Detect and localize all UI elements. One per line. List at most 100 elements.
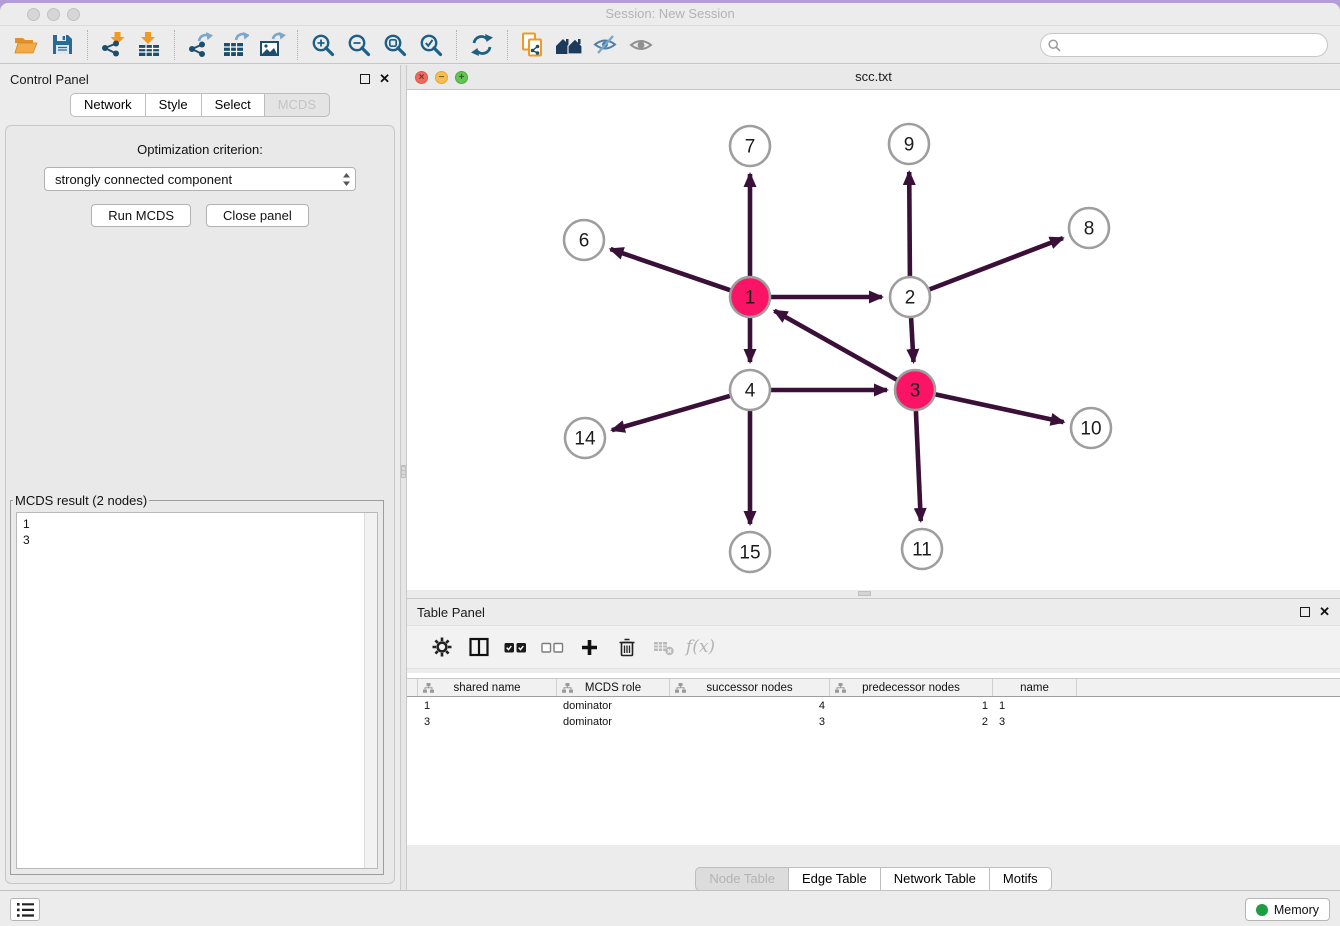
graph-node-9[interactable]: 9 bbox=[889, 124, 929, 164]
export-network-button[interactable] bbox=[182, 29, 218, 61]
apply-layout-button[interactable] bbox=[464, 29, 500, 61]
search-input[interactable] bbox=[1066, 38, 1320, 52]
save-session-button[interactable] bbox=[44, 29, 80, 61]
table-cell[interactable]: 4 bbox=[670, 698, 830, 714]
export-image-button[interactable] bbox=[254, 29, 290, 61]
column-header-successor-nodes[interactable]: successor nodes bbox=[670, 679, 830, 696]
function-builder-button[interactable]: f(x) bbox=[682, 631, 719, 663]
table-row[interactable]: 3dominator323 bbox=[407, 714, 1340, 730]
tab-edge-table[interactable]: Edge Table bbox=[789, 867, 881, 891]
graph-node-8[interactable]: 8 bbox=[1069, 208, 1109, 248]
tab-network[interactable]: Network bbox=[70, 93, 146, 117]
tab-motifs[interactable]: Motifs bbox=[990, 867, 1052, 891]
column-header-predecessor-nodes[interactable]: predecessor nodes bbox=[830, 679, 993, 696]
graph-node-14[interactable]: 14 bbox=[565, 418, 605, 458]
tab-style[interactable]: Style bbox=[146, 93, 202, 117]
close-table-panel-icon[interactable]: ✕ bbox=[1319, 607, 1330, 617]
graph-node-15[interactable]: 15 bbox=[730, 532, 770, 572]
export-table-button[interactable] bbox=[218, 29, 254, 61]
table-cell[interactable]: dominator bbox=[557, 698, 670, 714]
criterion-select[interactable]: strongly connected component bbox=[44, 167, 356, 191]
graph-node-11[interactable]: 11 bbox=[902, 529, 942, 569]
task-history-button[interactable] bbox=[10, 898, 40, 921]
unselect-all-columns-button[interactable] bbox=[534, 631, 571, 663]
zoom-selected-button[interactable] bbox=[413, 29, 449, 61]
import-network-button[interactable] bbox=[95, 29, 131, 61]
table-cell[interactable]: dominator bbox=[557, 714, 670, 730]
graph-edge-4-14[interactable] bbox=[612, 396, 730, 430]
close-view-icon[interactable]: × bbox=[415, 71, 428, 84]
show-columns-button[interactable] bbox=[460, 631, 497, 663]
table-cell[interactable]: 1 bbox=[830, 698, 993, 714]
table-cell[interactable]: 1 bbox=[418, 698, 557, 714]
control-panel: Control Panel ✕ NetworkStyleSelectMCDS O… bbox=[0, 65, 400, 890]
horizontal-splitter[interactable] bbox=[407, 590, 1340, 598]
float-table-panel-icon[interactable] bbox=[1300, 607, 1310, 617]
node-table[interactable]: shared nameMCDS rolesuccessor nodesprede… bbox=[407, 673, 1340, 845]
show-columns-icon bbox=[469, 637, 489, 657]
graph-node-1[interactable]: 1 bbox=[730, 277, 770, 317]
minimize-window-icon[interactable] bbox=[47, 8, 60, 21]
table-row[interactable]: 1dominator411 bbox=[407, 698, 1340, 714]
import-table-button[interactable] bbox=[131, 29, 167, 61]
network-titlebar: × − + scc.txt bbox=[407, 65, 1340, 90]
graph-node-6[interactable]: 6 bbox=[564, 220, 604, 260]
delete-table-button[interactable] bbox=[645, 631, 682, 663]
minimize-view-icon[interactable]: − bbox=[435, 71, 448, 84]
first-neighbors-button[interactable] bbox=[551, 29, 587, 61]
table-panel: Table Panel ✕ bbox=[407, 598, 1340, 890]
show-all-button[interactable] bbox=[623, 29, 659, 61]
graph-edge-2-3[interactable] bbox=[911, 318, 913, 362]
graph-edge-1-6[interactable] bbox=[611, 249, 731, 290]
memory-button[interactable]: Memory bbox=[1245, 898, 1330, 921]
column-header-mcds-role[interactable]: MCDS role bbox=[557, 679, 670, 696]
delete-columns-button[interactable] bbox=[608, 631, 645, 663]
graph-edge-3-11[interactable] bbox=[916, 411, 921, 521]
zoom-fit-button[interactable] bbox=[377, 29, 413, 61]
zoom-out-button[interactable] bbox=[341, 29, 377, 61]
tab-select[interactable]: Select bbox=[202, 93, 265, 117]
optimization-criterion-label: Optimization criterion: bbox=[6, 142, 394, 157]
open-session-button[interactable] bbox=[8, 29, 44, 61]
table-cell[interactable]: 2 bbox=[830, 714, 993, 730]
zoom-in-button[interactable] bbox=[305, 29, 341, 61]
table-options-button[interactable] bbox=[423, 631, 460, 663]
select-all-columns-button[interactable] bbox=[497, 631, 534, 663]
graph-node-10[interactable]: 10 bbox=[1071, 408, 1111, 448]
table-cell[interactable]: 3 bbox=[670, 714, 830, 730]
float-panel-icon[interactable] bbox=[360, 74, 370, 84]
table-cell[interactable]: 3 bbox=[418, 714, 557, 730]
clone-network-button[interactable] bbox=[515, 29, 551, 61]
tab-node-table[interactable]: Node Table bbox=[695, 867, 789, 891]
search-field[interactable] bbox=[1040, 33, 1328, 57]
graph-node-7[interactable]: 7 bbox=[730, 126, 770, 166]
close-panel-button[interactable]: Close panel bbox=[206, 204, 309, 227]
graph-node-3[interactable]: 3 bbox=[895, 370, 935, 410]
network-canvas[interactable]: 7 9 6 8 1 2 4 3 14 10 15 11 bbox=[407, 90, 1340, 590]
column-header-name[interactable]: name bbox=[993, 679, 1077, 696]
close-panel-icon[interactable]: ✕ bbox=[379, 74, 390, 84]
graph-edge-3-10[interactable] bbox=[936, 394, 1064, 422]
tab-network-table[interactable]: Network Table bbox=[881, 867, 990, 891]
maximize-view-icon[interactable]: + bbox=[455, 71, 468, 84]
mcds-result-box[interactable]: 1 3 bbox=[16, 512, 378, 869]
table-cell[interactable]: 3 bbox=[993, 714, 1077, 730]
tab-mcds[interactable]: MCDS bbox=[265, 93, 330, 117]
graph-node-2[interactable]: 2 bbox=[890, 277, 930, 317]
column-header-shared-name[interactable]: shared name bbox=[418, 679, 557, 696]
graph-edge-2-9[interactable] bbox=[909, 172, 910, 276]
graph-edge-3-1[interactable] bbox=[774, 311, 896, 380]
hide-selected-button[interactable] bbox=[587, 29, 623, 61]
close-window-icon[interactable] bbox=[27, 8, 40, 21]
network-graph[interactable]: 7 9 6 8 1 2 4 3 14 10 15 11 bbox=[407, 90, 1338, 589]
splitter-grip-icon[interactable] bbox=[858, 591, 871, 596]
create-column-button[interactable] bbox=[571, 631, 608, 663]
vertical-splitter[interactable] bbox=[400, 65, 407, 890]
run-mcds-button[interactable]: Run MCDS bbox=[91, 204, 191, 227]
graph-edge-2-8[interactable] bbox=[930, 238, 1063, 289]
table-cell[interactable]: 1 bbox=[993, 698, 1077, 714]
graph-node-4[interactable]: 4 bbox=[730, 370, 770, 410]
result-scrollbar[interactable] bbox=[364, 513, 377, 868]
splitter-grip-icon[interactable] bbox=[401, 465, 406, 478]
maximize-window-icon[interactable] bbox=[67, 8, 80, 21]
